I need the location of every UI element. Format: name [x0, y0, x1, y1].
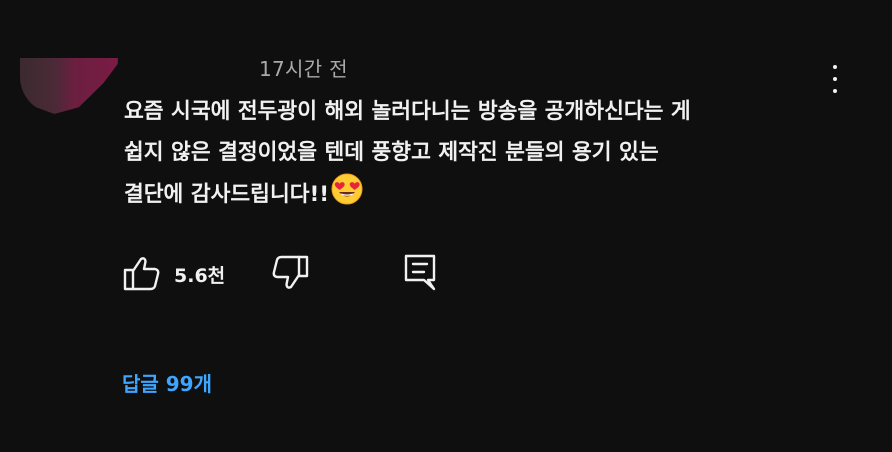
comment-text-line-last: 결단에 감사드립니다!! [124, 173, 844, 215]
thumbs-up-icon [123, 257, 160, 291]
avatar[interactable] [20, 58, 118, 114]
dislike-button[interactable] [270, 253, 310, 293]
comment-text-line-content: 결단에 감사드립니다!! [124, 182, 330, 207]
heart-eyes-emoji-icon [331, 173, 363, 205]
like-count: 5.6천 [174, 265, 226, 287]
like-button[interactable] [122, 253, 162, 293]
more-vertical-icon-dot [833, 77, 837, 81]
comment-text: 요즘 시국에 전두광이 해외 놀러다니는 방송을 공개하신다는 게 쉽지 않은 … [124, 91, 844, 215]
comment-text-line: 요즘 시국에 전두광이 해외 놀러다니는 방송을 공개하신다는 게 [124, 99, 691, 124]
comment-card: 17시간 전 요즘 시국에 전두광이 해외 놀러다니는 방송을 공개하신다는 게… [0, 0, 892, 452]
more-vertical-icon [833, 65, 837, 69]
comment-timestamp[interactable]: 17시간 전 [259, 53, 348, 82]
comment-reply-icon [404, 254, 436, 291]
view-replies-link[interactable]: 답글 99개 [122, 368, 212, 397]
comment-text-line: 쉽지 않은 결정이었을 텐데 풍향고 제작진 분들의 용기 있는 [124, 140, 659, 165]
thumbs-down-icon [272, 255, 309, 289]
reply-button[interactable] [400, 250, 440, 294]
